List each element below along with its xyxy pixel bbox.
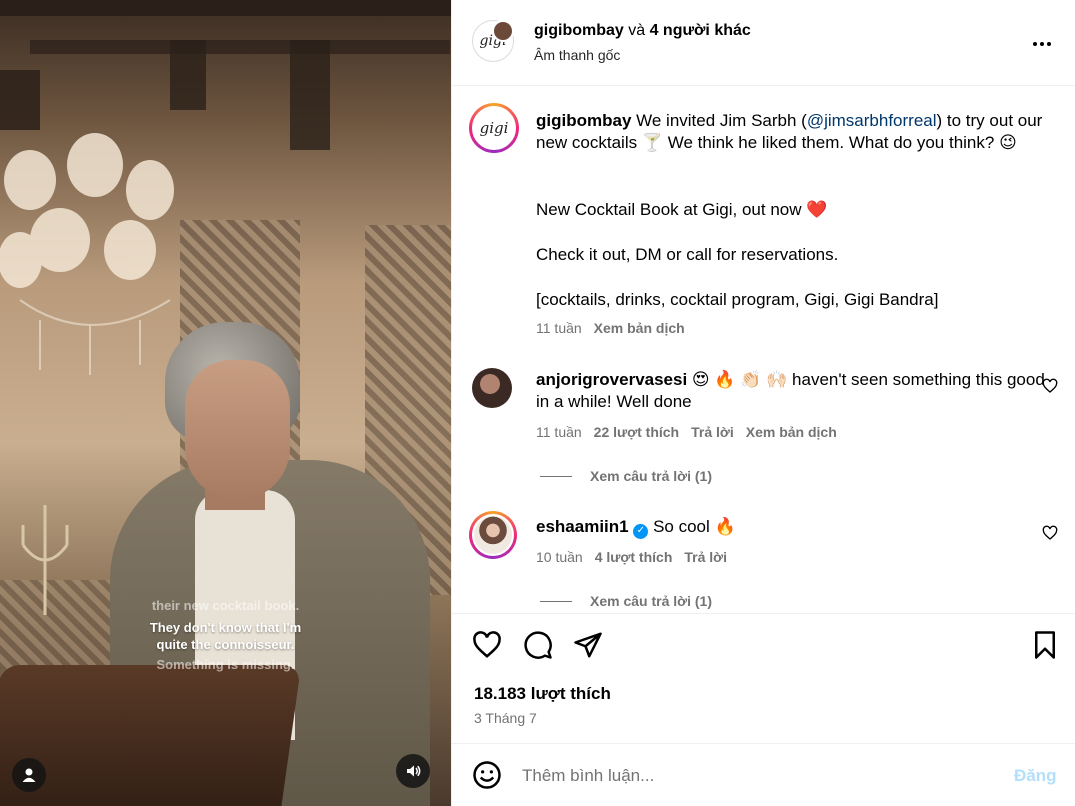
chandelier-image bbox=[0, 133, 174, 375]
collaborator-avatar[interactable] bbox=[492, 20, 514, 42]
comment-time[interactable]: 10 tuần bbox=[536, 549, 583, 565]
comments-list[interactable]: gigi gigibombay We invited Jim Sarbh (@j… bbox=[452, 87, 1075, 613]
emoji-smiley-icon[interactable] bbox=[472, 760, 502, 790]
comment-likes[interactable]: 4 lượt thích bbox=[595, 549, 673, 565]
add-comment-bar: Đăng bbox=[452, 743, 1075, 806]
video-caption-faint-top: their new cocktail book. bbox=[151, 598, 300, 613]
more-dot-icon bbox=[1047, 42, 1051, 46]
comment-body: So cool 🔥 bbox=[648, 517, 736, 536]
comment-text: anjorigrovervasesi 😍 🔥 👏🏻 🙌🏻 haven't see… bbox=[536, 369, 1056, 413]
reply-button[interactable]: Trả lời bbox=[691, 424, 734, 440]
mention-link[interactable]: @jimsarbhforreal bbox=[807, 111, 937, 130]
comment-username-link[interactable]: eshaamiin1 bbox=[536, 517, 629, 536]
like-heart-icon[interactable] bbox=[472, 630, 502, 660]
post-header: gigi gigibombay và 4 người khác Âm thanh… bbox=[452, 0, 1075, 86]
speaker-icon bbox=[407, 765, 421, 777]
post-comment-button[interactable]: Đăng bbox=[1014, 766, 1057, 786]
comment-time[interactable]: 11 tuần bbox=[536, 424, 582, 440]
gigi-logo-text: gigi bbox=[479, 119, 509, 137]
video-caption-faint-bottom: Something is missing. bbox=[156, 657, 295, 672]
ceiling-beam bbox=[170, 40, 206, 110]
share-paper-plane-icon[interactable] bbox=[573, 630, 603, 660]
post-date[interactable]: 3 Tháng 7 bbox=[474, 710, 537, 726]
more-dot-icon bbox=[1033, 42, 1037, 46]
caption-line-2: New Cocktail Book at Gigi, out now ❤️ bbox=[536, 200, 828, 219]
tagged-users-button[interactable] bbox=[12, 758, 46, 792]
caption-author-avatar[interactable]: gigi bbox=[472, 106, 516, 150]
reply-button[interactable]: Trả lời bbox=[684, 549, 727, 565]
more-dot-icon bbox=[1040, 42, 1044, 46]
mute-toggle-button[interactable] bbox=[396, 754, 430, 788]
user-silhouette-icon bbox=[22, 768, 36, 782]
like-comment-heart-icon[interactable] bbox=[1042, 378, 1058, 394]
more-options-button[interactable] bbox=[1030, 32, 1054, 56]
reply-thread-line bbox=[540, 600, 572, 602]
reply-thread-line bbox=[540, 475, 572, 477]
video-caption-line-1: They don't know that I'm bbox=[149, 620, 302, 635]
caption-line-3: Check it out, DM or call for reservation… bbox=[536, 245, 839, 264]
view-replies-button[interactable]: Xem câu trả lời (1) bbox=[540, 468, 712, 484]
comment-bubble-icon[interactable] bbox=[523, 630, 553, 660]
like-comment-heart-icon[interactable] bbox=[1042, 525, 1058, 541]
caption-hashtags: [cocktails, drinks, cocktail program, Gi… bbox=[536, 290, 939, 309]
comment-meta: 11 tuần 22 lượt thích Trả lời Xem bản dịch bbox=[536, 424, 849, 440]
header-username-link[interactable]: gigibombay bbox=[534, 22, 624, 39]
ceiling-beam bbox=[290, 40, 330, 150]
verified-check: ✓ bbox=[636, 525, 646, 536]
caption-username-link[interactable]: gigibombay bbox=[536, 111, 631, 130]
commenter-avatar[interactable] bbox=[472, 514, 514, 556]
verified-badge-icon: ✓ bbox=[633, 523, 649, 539]
commenter-story-ring[interactable] bbox=[469, 511, 517, 559]
post-detail-panel: gigi gigibombay và 4 người khác Âm thanh… bbox=[451, 0, 1075, 806]
comment-translate-link[interactable]: Xem bản dịch bbox=[746, 424, 837, 440]
original-audio-link[interactable]: Âm thanh gốc bbox=[534, 47, 620, 63]
caption-text-part1: We invited Jim Sarbh ( bbox=[631, 111, 807, 130]
post-actions: 18.183 lượt thích 3 Tháng 7 bbox=[452, 613, 1075, 743]
caption-text: gigibombay We invited Jim Sarbh (@jimsar… bbox=[536, 110, 1056, 154]
comment-text: eshaamiin1 ✓ So cool 🔥 bbox=[536, 516, 1056, 539]
ceiling-beam bbox=[30, 40, 450, 54]
view-replies-button[interactable]: Xem câu trả lời (1) bbox=[540, 593, 712, 609]
comment-likes[interactable]: 22 lượt thích bbox=[594, 424, 679, 440]
view-replies-label: Xem câu trả lời (1) bbox=[590, 468, 712, 484]
caption-translate-link[interactable]: Xem bản dịch bbox=[594, 320, 685, 336]
wooden-table bbox=[0, 665, 302, 806]
caption-time[interactable]: 11 tuần bbox=[536, 320, 582, 336]
header-title: gigibombay và 4 người khác bbox=[534, 22, 751, 40]
author-story-ring[interactable]: gigi bbox=[469, 103, 519, 153]
caption-meta: 11 tuần Xem bản dịch bbox=[536, 320, 697, 336]
comment-username-link[interactable]: anjorigrovervasesi bbox=[536, 370, 687, 389]
save-bookmark-icon[interactable] bbox=[1030, 630, 1060, 660]
ceiling-beam bbox=[0, 0, 451, 16]
view-replies-label: Xem câu trả lời (1) bbox=[590, 593, 712, 609]
reel-video[interactable]: their new cocktail book. They don't know… bbox=[0, 0, 451, 806]
header-others-link[interactable]: 4 người khác bbox=[650, 22, 751, 39]
commenter-avatar[interactable] bbox=[472, 368, 512, 408]
header-connector: và bbox=[623, 22, 650, 39]
person-face bbox=[185, 360, 290, 500]
comment-meta: 10 tuần 4 lượt thích Trả lời bbox=[536, 549, 739, 565]
comment-input[interactable] bbox=[522, 764, 992, 788]
likes-count[interactable]: 18.183 lượt thích bbox=[474, 684, 611, 704]
video-caption-line-2: quite the connoisseur. bbox=[156, 637, 295, 652]
